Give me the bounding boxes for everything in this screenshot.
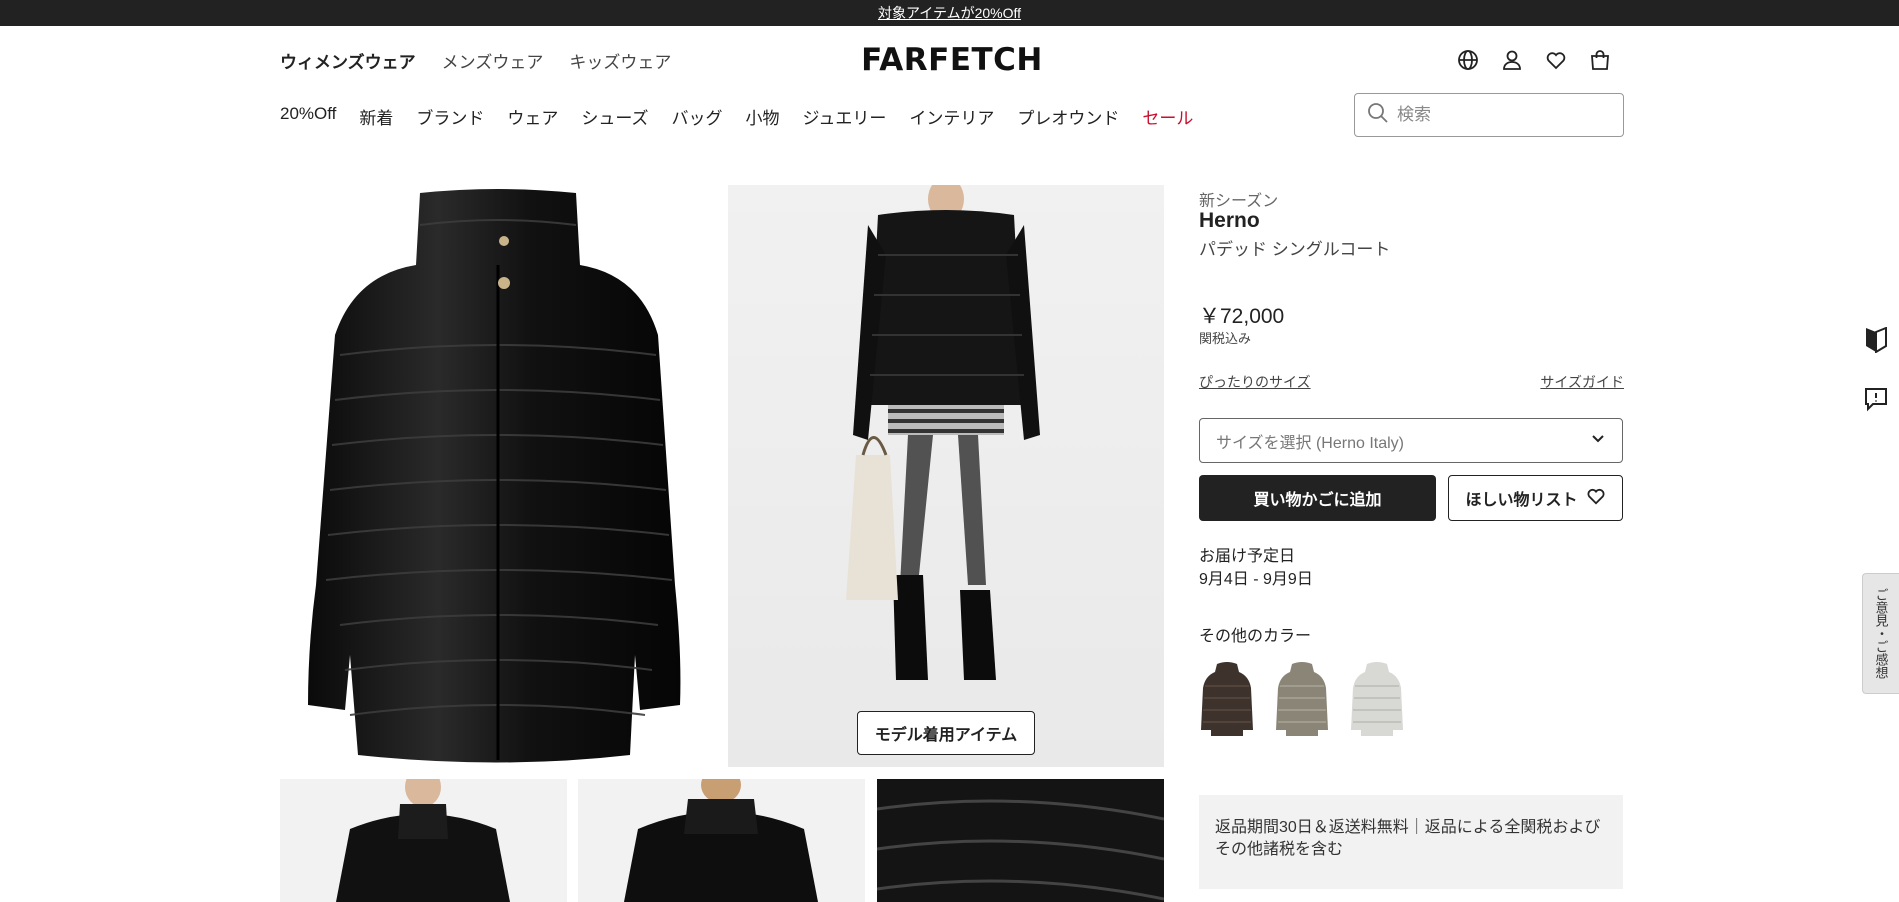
nav-clothing[interactable]: ウェア: [507, 104, 558, 129]
product-image-main[interactable]: [280, 185, 716, 767]
color-swatch-brown[interactable]: [1199, 660, 1255, 737]
search-input[interactable]: [1397, 105, 1607, 125]
chevron-down-icon: [1590, 430, 1606, 451]
product-thumbnail[interactable]: [578, 779, 865, 902]
globe-icon[interactable]: [1456, 48, 1480, 72]
nav-kidswear[interactable]: キッズウェア: [569, 48, 671, 73]
wishlist-label: ほしい物リスト: [1465, 492, 1578, 509]
season-label: 新シーズン: [1199, 193, 1279, 210]
size-guide-link[interactable]: サイズガイド: [1540, 372, 1624, 392]
feedback-tab-label: ご意見・ご感想: [1873, 588, 1889, 679]
category-nav: 20%Off 新着 ブランド ウェア シューズ バッグ 小物 ジュエリー インテ…: [280, 104, 1193, 129]
gender-nav: ウィメンズウェア メンズウェア キッズウェア: [280, 48, 671, 73]
nav-shoes[interactable]: シューズ: [581, 104, 648, 129]
heart-icon[interactable]: [1544, 48, 1568, 72]
nav-menswear[interactable]: メンズウェア: [442, 48, 544, 73]
add-to-bag-button[interactable]: 買い物かごに追加: [1199, 475, 1436, 521]
site-logo[interactable]: FARFETCH: [850, 42, 1054, 78]
feedback-tab[interactable]: ご意見・ご感想: [1862, 573, 1899, 694]
chat-feedback-icon[interactable]: [1862, 385, 1890, 413]
heart-icon: [1586, 486, 1606, 511]
fit-predictor-link[interactable]: ぴったりのサイズ: [1199, 372, 1311, 392]
promo-link[interactable]: 対象アイテムが20%Off: [878, 3, 1021, 23]
nav-womenswear[interactable]: ウィメンズウェア: [280, 48, 416, 73]
size-select-placeholder: サイズを選択 (Herno Italy): [1216, 434, 1404, 452]
product-name: パデッド シングルコート: [1199, 240, 1391, 259]
color-swatch-khaki[interactable]: [1274, 660, 1330, 737]
nav-preowned[interactable]: プレオウンド: [1017, 104, 1119, 129]
nav-20off[interactable]: 20%Off: [280, 104, 336, 129]
search-icon: [1367, 102, 1389, 129]
nav-brands[interactable]: ブランド: [416, 104, 484, 129]
nav-sale[interactable]: セール: [1142, 104, 1193, 129]
product-price: ￥72,000: [1199, 305, 1285, 328]
promo-banner: 対象アイテムが20%Off: [0, 0, 1899, 26]
color-swatch-white[interactable]: [1349, 660, 1405, 737]
product-thumbnail[interactable]: [280, 779, 567, 902]
other-colors-label: その他のカラー: [1199, 628, 1312, 645]
nav-new-in[interactable]: 新着: [359, 104, 393, 129]
brand-name[interactable]: Herno: [1199, 209, 1260, 233]
product-thumbnail[interactable]: [877, 779, 1164, 902]
shopping-bag-icon[interactable]: [1588, 48, 1612, 72]
search-box: [1354, 93, 1624, 137]
returns-info: 返品期間30日＆返送料無料｜返品による全関税およびその他諸税を含む: [1199, 795, 1623, 889]
header-icons: [1456, 48, 1612, 72]
model-item-button[interactable]: モデル着用アイテム: [857, 711, 1035, 755]
nav-bags[interactable]: バッグ: [672, 104, 723, 129]
nav-homeware[interactable]: インテリア: [909, 104, 994, 129]
size-select[interactable]: サイズを選択 (Herno Italy): [1199, 418, 1623, 463]
nav-accessories[interactable]: 小物: [746, 104, 780, 129]
delivery-date: 9月4日 - 9月9日: [1199, 571, 1313, 588]
delivery-label: お届け予定日: [1199, 548, 1296, 565]
nav-jewellery[interactable]: ジュエリー: [803, 104, 887, 129]
account-icon[interactable]: [1500, 48, 1524, 72]
product-image-model[interactable]: モデル着用アイテム: [728, 185, 1164, 767]
tax-note: 関税込み: [1199, 331, 1252, 346]
beginner-mark-icon[interactable]: [1862, 326, 1890, 354]
wishlist-button[interactable]: ほしい物リスト: [1448, 475, 1623, 521]
